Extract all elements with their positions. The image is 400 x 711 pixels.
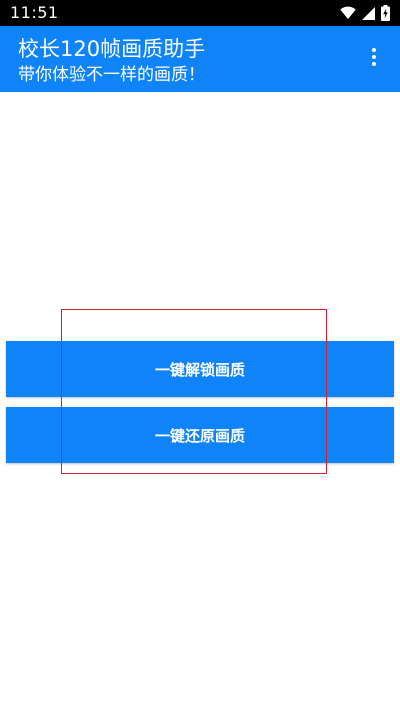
status-time: 11:51 <box>10 3 59 22</box>
app-subtitle: 带你体验不一样的画质！ <box>18 65 205 85</box>
more-vert-icon[interactable] <box>362 46 386 72</box>
app-bar: 校长120帧画质助手 带你体验不一样的画质！ <box>0 26 400 92</box>
battery-charging-icon <box>381 5 390 21</box>
status-bar: 11:51 <box>0 0 400 26</box>
restore-quality-button[interactable]: 一键还原画质 <box>6 407 394 463</box>
status-icons <box>340 4 390 22</box>
signal-icon <box>362 6 375 20</box>
unlock-quality-button[interactable]: 一键解锁画质 <box>6 341 394 397</box>
wifi-icon <box>340 6 356 20</box>
app-title: 校长120帧画质助手 <box>18 37 206 61</box>
